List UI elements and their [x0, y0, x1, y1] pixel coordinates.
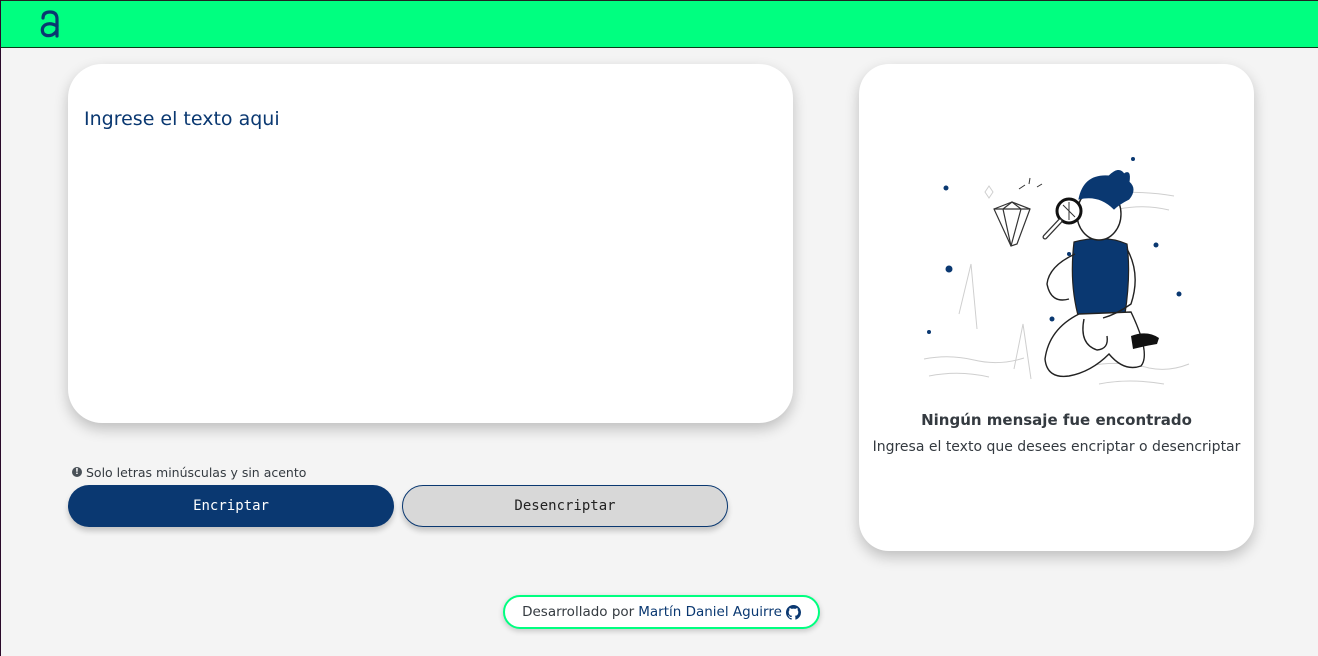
info-circle-icon: ! [72, 467, 82, 477]
top-bar [1, 0, 1318, 48]
footer: Desarrollado por Martín Daniel Aguirre [503, 595, 820, 629]
author-link[interactable]: Martín Daniel Aguirre [638, 604, 782, 620]
github-icon[interactable] [785, 604, 801, 620]
input-card [68, 64, 793, 423]
output-card: Ningún mensaje fue encontrado Ingresa el… [859, 64, 1254, 551]
person-with-magnifying-glass-illustration [923, 157, 1190, 385]
hint: ! Solo letras minúsculas y sin acento [72, 464, 306, 480]
footer-prefix: Desarrollado por [522, 604, 635, 620]
output-subtitle: Ingresa el texto que desees encriptar o … [872, 439, 1241, 455]
hint-text: Solo letras minúsculas y sin acento [86, 464, 307, 480]
decrypt-button[interactable]: Desencriptar [402, 485, 728, 527]
alura-logo-icon[interactable] [39, 9, 61, 39]
output-title: Ningún mensaje fue encontrado [921, 411, 1192, 429]
text-input[interactable] [84, 108, 774, 398]
encrypt-button[interactable]: Encriptar [68, 485, 394, 527]
